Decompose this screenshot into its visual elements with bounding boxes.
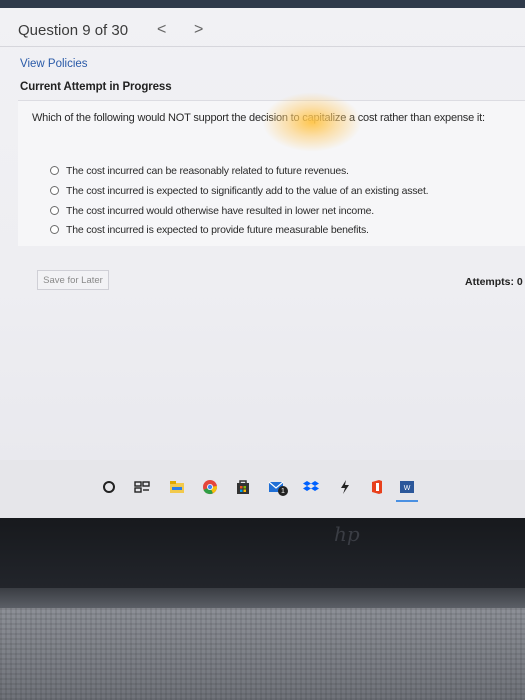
laptop-hinge <box>0 588 525 608</box>
keyboard-speaker-grille <box>0 608 525 700</box>
answer-option-label: The cost incurred can be reasonably rela… <box>66 165 349 177</box>
question-header: Question 9 of 30 < > <box>0 8 525 47</box>
mail-badge: 1 <box>278 486 288 496</box>
search-circle-icon[interactable] <box>100 478 118 496</box>
save-for-later-button[interactable]: Save for Later <box>37 270 109 290</box>
radio-button[interactable] <box>50 206 59 215</box>
radio-button[interactable] <box>50 225 59 234</box>
active-app-indicator <box>396 500 418 502</box>
top-strip <box>0 0 525 8</box>
answer-option-label: The cost incurred is expected to signifi… <box>66 185 429 197</box>
previous-question-button[interactable]: < <box>157 21 166 39</box>
task-view-icon[interactable] <box>133 478 151 496</box>
dropbox-icon[interactable] <box>302 478 320 496</box>
view-policies-link[interactable]: View Policies <box>20 58 88 70</box>
file-explorer-icon[interactable] <box>168 478 186 496</box>
radio-button[interactable] <box>50 186 59 195</box>
attempt-status: Current Attempt in Progress <box>20 81 172 93</box>
chrome-icon[interactable] <box>201 478 219 496</box>
word-icon[interactable]: W <box>398 478 416 496</box>
question-counter: Question 9 of 30 <box>18 22 129 39</box>
answer-option-2[interactable]: The cost incurred is expected to signifi… <box>50 185 429 197</box>
hp-logo: hp <box>334 522 360 546</box>
question-text: Which of the following would NOT support… <box>32 112 485 124</box>
answer-option-3[interactable]: The cost incurred would otherwise have r… <box>50 205 374 217</box>
answer-option-1[interactable]: The cost incurred can be reasonably rela… <box>50 165 349 177</box>
answer-option-4[interactable]: The cost incurred is expected to provide… <box>50 224 369 236</box>
taskbar <box>0 460 525 518</box>
attempts-counter: Attempts: 0 <box>465 276 523 288</box>
next-question-button[interactable]: > <box>194 21 203 39</box>
answer-option-label: The cost incurred is expected to provide… <box>66 224 369 236</box>
store-icon[interactable] <box>234 478 252 496</box>
answer-option-label: The cost incurred would otherwise have r… <box>66 205 374 217</box>
office-icon[interactable] <box>368 478 386 496</box>
laptop-bezel <box>0 518 525 588</box>
radio-button[interactable] <box>50 166 59 175</box>
word-icon-label: W <box>404 485 411 492</box>
bolt-icon[interactable] <box>336 478 354 496</box>
